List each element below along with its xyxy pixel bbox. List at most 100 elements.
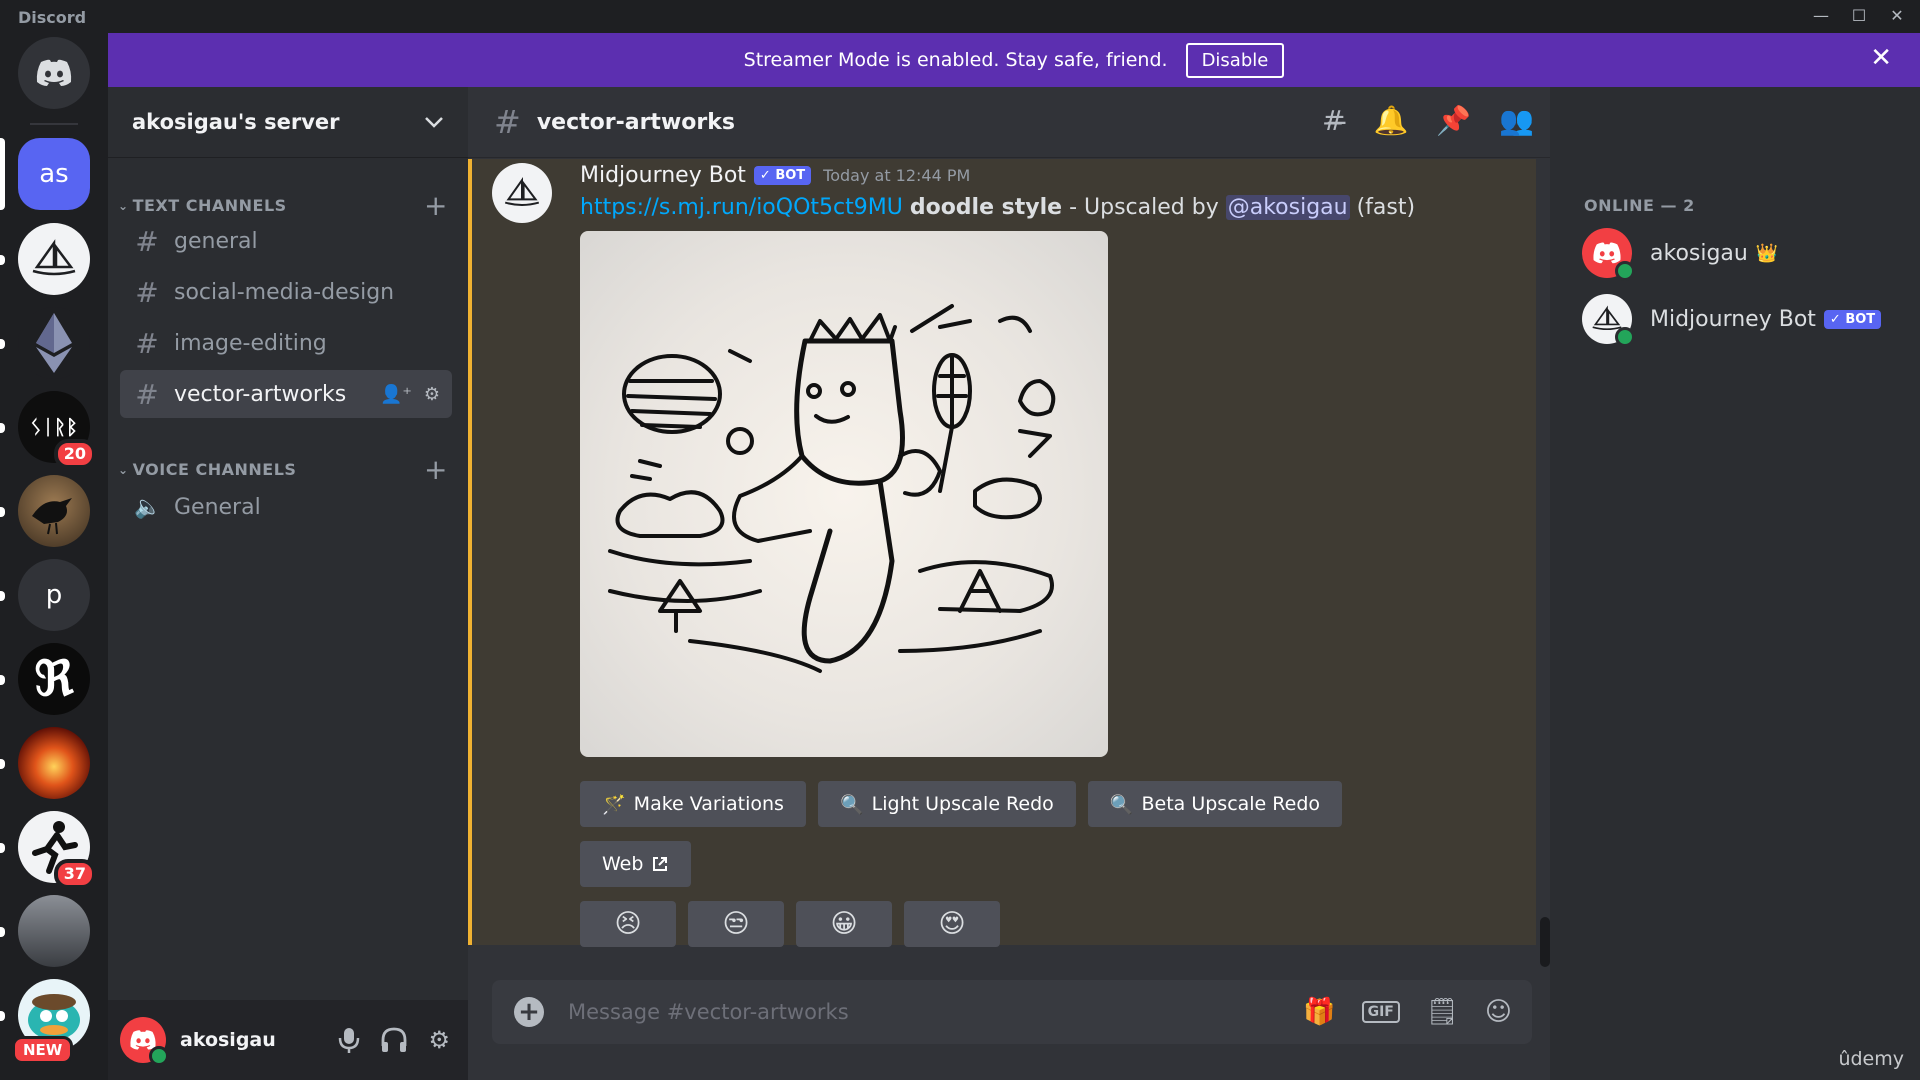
mode-text: (fast) [1349,195,1416,220]
maximize-button[interactable]: ☐ [1846,6,1872,25]
app-title: Discord [18,8,87,27]
members-heading: ONLINE — 2 [1584,196,1695,215]
gift-icon[interactable]: 🎁 [1303,997,1335,1027]
server-ethereum[interactable] [18,307,90,379]
hash-icon: # [135,377,159,411]
add-channel-button[interactable]: + [424,453,448,486]
scrollbar-thumb[interactable] [1540,917,1550,967]
member-midjourney-bot[interactable]: Midjourney Bot ✓ BOT [1582,294,1882,347]
rail-divider [30,123,78,125]
username: akosigau [180,1029,276,1051]
members-list-icon[interactable]: 👥 [1499,104,1534,137]
beta-upscale-redo-button[interactable]: 🔍 Beta Upscale Redo [1087,781,1343,827]
voice-channel-general[interactable]: 🔈 General [120,483,452,531]
rating-button-good[interactable]: 😀 [796,901,892,947]
avatar [1582,228,1635,281]
user-panel: akosigau ⚙ [108,1000,468,1080]
generated-image[interactable] [580,231,1108,757]
channel-vector-artworks[interactable]: # vector-artworks 👤⁺ ⚙ [120,370,452,418]
channel-general[interactable]: # general [120,217,452,265]
udemy-watermark: ûdemy [1838,1048,1904,1070]
title-bar: Discord — ☐ ✕ [0,0,1920,33]
web-link-button[interactable]: Web [580,841,692,887]
active-server-pill [0,138,5,210]
server-fire[interactable] [18,727,90,799]
fire-hand-icon [18,727,90,799]
streamer-mode-banner: Streamer Mode is enabled. Stay safe, fri… [108,33,1920,87]
attach-plus-button[interactable]: + [514,997,544,1027]
unread-pip [0,759,5,769]
server-crow[interactable] [18,475,90,547]
online-status-icon [1615,327,1635,347]
upscale-text: - Upscaled by [1062,195,1226,220]
unread-pip [0,591,5,601]
banner-text: Streamer Mode is enabled. Stay safe, fri… [743,49,1168,71]
avatar[interactable] [492,163,552,223]
close-icon[interactable]: ✕ [1870,43,1892,73]
hash-icon: # [135,326,159,360]
online-status-icon [149,1046,169,1066]
server-akosigau[interactable]: as [18,138,90,210]
reactions-row: 😣 😒 😀 😍 [580,901,1000,947]
disable-button[interactable]: Disable [1185,42,1285,78]
ethereum-icon [36,313,72,373]
sticker-icon[interactable]: 🗒 [1426,997,1459,1027]
rating-button-meh[interactable]: 😒 [688,901,784,947]
voice-channels-category[interactable]: ⌄ VOICE CHANNELS + [118,453,458,486]
channel-title: vector-artworks [536,109,735,135]
hash-icon: # [494,103,521,141]
headphones-icon[interactable] [380,1026,408,1054]
gear-icon[interactable]: ⚙ [424,384,440,405]
hash-icon: # [135,224,159,258]
channel-image-editing[interactable]: # image-editing [120,319,452,367]
gif-icon[interactable]: GIF [1361,1001,1400,1023]
channel-label: image-editing [174,330,327,356]
channel-label: social-media-design [174,279,395,305]
unread-pip [0,675,5,685]
server-header[interactable]: akosigau's server [108,87,468,158]
member-name: akosigau [1650,240,1748,266]
rating-button-love[interactable]: 😍 [904,901,1000,947]
server-sirb[interactable]: ᛊᛁᚱᛒ 20 [18,391,96,469]
threads-icon[interactable]: #̶ [1322,104,1345,137]
minimize-button[interactable]: — [1808,6,1834,25]
light-upscale-redo-button[interactable]: 🔍 Light Upscale Redo [817,781,1076,827]
button-label: Light Upscale Redo [871,793,1054,815]
doodle-artwork [608,304,1056,673]
server-r[interactable]: ℜ [18,643,90,715]
server-initial: p [18,559,90,631]
message-input[interactable] [566,999,1210,1025]
close-window-button[interactable]: ✕ [1884,6,1910,25]
message-content: https://s.mj.run/ioQOt5ct9MU doodle styl… [580,195,1415,220]
magic-wand-icon: 🪄 [602,793,626,816]
mention-badge: 20 [53,439,96,469]
speaker-icon: 🔈 [134,494,162,520]
make-variations-button[interactable]: 🪄 Make Variations [580,781,806,827]
mention-badge: 37 [53,859,96,889]
new-badge: NEW [12,1036,74,1064]
bell-icon[interactable]: 🔔 [1373,104,1408,137]
sailboat-icon [32,239,76,276]
server-midjourney[interactable] [18,223,90,295]
channel-social-media-design[interactable]: # social-media-design [120,268,452,316]
pin-icon[interactable]: 📌 [1436,104,1471,137]
server-runner[interactable]: 37 [18,811,96,889]
channel-sidebar: akosigau's server ⌄ TEXT CHANNELS + # ge… [108,87,468,1080]
hash-icon: # [135,275,159,309]
server-group[interactable] [18,895,90,967]
button-label: Web [602,853,644,875]
avatar[interactable] [120,1017,169,1066]
prompt-link[interactable]: https://s.mj.run/ioQOt5ct9MU [580,195,903,220]
rating-button-awful[interactable]: 😣 [580,901,676,947]
microphone-icon[interactable] [338,1026,360,1054]
member-name: Midjourney Bot [1650,306,1816,332]
server-p[interactable]: p [18,559,90,631]
emoji-icon[interactable]: ☺ [1485,997,1512,1027]
settings-gear-icon[interactable]: ⚙ [428,1026,450,1054]
home-button[interactable] [18,37,90,109]
member-akosigau[interactable]: akosigau 👑 [1582,228,1778,281]
invite-icon[interactable]: 👤⁺ [380,384,412,405]
message-author[interactable]: Midjourney Bot [580,163,746,188]
user-mention[interactable]: @akosigau [1225,195,1350,220]
channel-label: General [174,494,261,520]
